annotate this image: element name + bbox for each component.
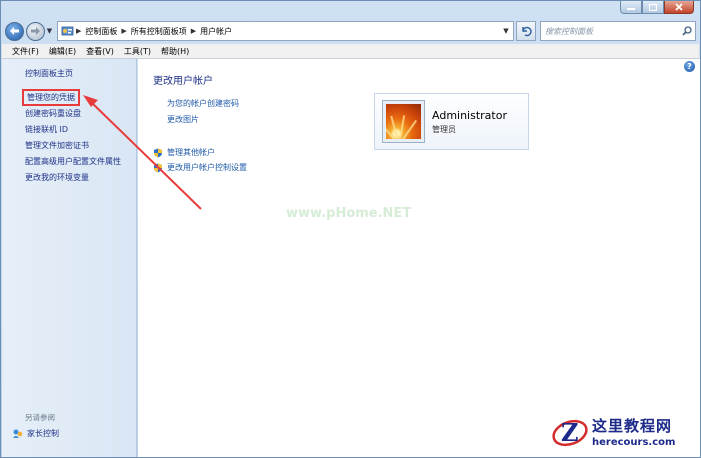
site-logo-mark: Z: [552, 418, 588, 447]
breadcrumb-separator-icon: ▶: [76, 27, 82, 35]
breadcrumb-control-panel[interactable]: 控制面板: [85, 26, 117, 37]
control-panel-icon: [61, 26, 74, 36]
menu-file[interactable]: 文件(F): [12, 46, 39, 57]
see-also-heading: 另请参阅: [25, 413, 55, 422]
sidebar-item-password-reset-disk[interactable]: 创建密码重设盘: [25, 108, 81, 119]
recent-pages-dropdown[interactable]: ▼: [45, 22, 54, 41]
account-name: Administrator: [432, 108, 507, 122]
search-input[interactable]: 搜索控制面板: [540, 21, 696, 41]
uac-shield-icon: [154, 148, 162, 157]
page-title: 更改用户帐户: [153, 76, 213, 87]
change-picture-link[interactable]: 更改图片: [167, 114, 199, 125]
close-button[interactable]: [664, 1, 694, 14]
breadcrumb-separator-icon: ▶: [121, 27, 127, 35]
svg-text:Z: Z: [561, 418, 579, 447]
help-button[interactable]: ?: [684, 61, 695, 72]
manage-other-accounts-label: 管理其他帐户: [167, 148, 215, 157]
uac-settings-label: 更改用户帐户控制设置: [167, 163, 247, 172]
sidebar-item-control-panel-home[interactable]: 控制面板主页: [25, 68, 73, 79]
address-bar[interactable]: ▶ 控制面板 ▶ 所有控制面板项 ▶ 用户帐户 ▼: [57, 21, 514, 41]
help-icon: ?: [687, 62, 692, 71]
address-dropdown-button[interactable]: ▼: [499, 22, 513, 40]
site-logo-title: 这里教程网: [592, 416, 673, 435]
refresh-icon: [522, 26, 532, 37]
manage-other-accounts-link[interactable]: 管理其他帐户: [153, 147, 215, 158]
create-password-link[interactable]: 为您的帐户创建密码: [167, 98, 239, 109]
parental-controls-label: 家长控制: [27, 429, 59, 438]
menu-tools[interactable]: 工具(T): [124, 46, 151, 57]
maximize-icon: [649, 3, 657, 11]
site-logo: Z 这里教程网 herecours.com: [548, 409, 698, 453]
maximize-button[interactable]: [642, 1, 664, 14]
watermark-text: www.pHome.NET: [286, 206, 412, 221]
main-content: ? 更改用户帐户 为您的帐户创建密码 更改图片 管理其他帐户 更改用户帐户控制设…: [138, 59, 700, 457]
breadcrumb-all-items[interactable]: 所有控制面板项: [131, 26, 187, 37]
menu-help[interactable]: 帮助(H): [161, 46, 189, 57]
site-logo-url: herecours.com: [592, 436, 676, 448]
breadcrumb-separator-icon: ▶: [190, 27, 197, 35]
sidebar-item-manage-credentials[interactable]: 管理您的凭据: [22, 89, 80, 106]
account-tile[interactable]: Administrator 管理员: [374, 93, 529, 150]
uac-shield-icon: [154, 163, 162, 172]
parental-controls-icon: [13, 429, 23, 438]
search-placeholder: 搜索控制面板: [545, 26, 593, 36]
address-row: ▼ ▶ 控制面板 ▶ 所有控制面板项 ▶ 用户帐户 ▼ 搜索控制面板: [5, 20, 696, 42]
forward-arrow-icon: [31, 27, 40, 35]
refresh-button[interactable]: [516, 21, 536, 41]
back-button[interactable]: [5, 21, 24, 41]
sidebar-item-link-online-id[interactable]: 链接联机 ID: [25, 124, 68, 135]
control-panel-window: ▼ ▶ 控制面板 ▶ 所有控制面板项 ▶ 用户帐户 ▼ 搜索控制面板 文件(F)…: [0, 0, 701, 458]
avatar: [383, 101, 424, 142]
menu-view[interactable]: 查看(V): [86, 46, 114, 57]
uac-settings-link[interactable]: 更改用户帐户控制设置: [153, 162, 247, 173]
minimize-button[interactable]: [620, 1, 642, 14]
forward-button[interactable]: [26, 21, 45, 41]
account-role: 管理员: [432, 124, 456, 134]
sidebar-item-parental-controls[interactable]: 家长控制: [12, 428, 59, 439]
close-icon: [675, 3, 683, 11]
search-icon[interactable]: [679, 26, 695, 36]
left-task-pane: 控制面板主页 管理您的凭据 创建密码重设盘 链接联机 ID 管理文件加密证书 配…: [2, 59, 137, 457]
caption-buttons: [620, 1, 694, 14]
breadcrumb-user-accounts[interactable]: 用户帐户: [200, 26, 232, 37]
back-arrow-icon: [10, 27, 19, 35]
menu-bar: 文件(F) 编辑(E) 查看(V) 工具(T) 帮助(H): [2, 44, 699, 59]
menu-edit[interactable]: 编辑(E): [49, 46, 76, 57]
minimize-icon: [627, 8, 635, 10]
sidebar-item-environment-variables[interactable]: 更改我的环境变量: [25, 172, 89, 183]
sidebar-item-advanced-profile-properties[interactable]: 配置高级用户配置文件属性: [25, 156, 121, 167]
sidebar-item-encryption-certificates[interactable]: 管理文件加密证书: [25, 140, 89, 151]
